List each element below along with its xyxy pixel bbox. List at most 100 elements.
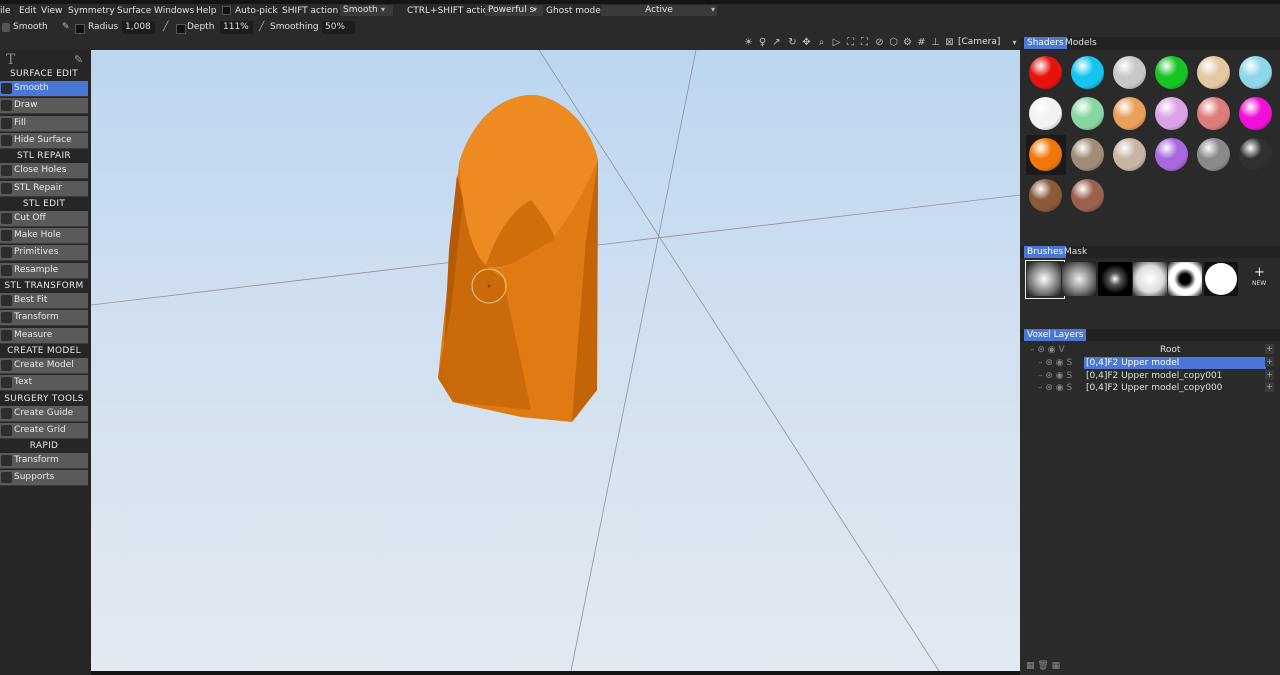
shader-swatch[interactable] — [1155, 138, 1188, 171]
camera-dropdown[interactable]: [Camera] — [958, 37, 1000, 48]
tool-transform[interactable]: Transform — [0, 453, 88, 470]
tool-hide-surface[interactable]: Hide Surface — [0, 132, 88, 149]
zoom-icon[interactable]: ⌕ — [816, 37, 827, 48]
layer-visibility-icon[interactable]: – ⊛ ◉ S — [1038, 382, 1072, 394]
shader-swatch[interactable] — [1071, 97, 1104, 130]
layer-row[interactable]: – ⊛ ◉ S [0,4]F2 Upper model + — [1024, 357, 1276, 369]
tab-mask[interactable]: Mask — [1061, 246, 1090, 258]
tool-create-guide[interactable]: Create Guide — [0, 405, 88, 422]
shader-swatch[interactable] — [1029, 138, 1062, 171]
light-icon[interactable]: ☀ — [743, 37, 754, 48]
shader-swatch[interactable] — [1071, 138, 1104, 171]
text-tool-icon[interactable]: T — [6, 52, 15, 68]
tool-smooth[interactable]: Smooth — [0, 81, 88, 97]
tool-stl-repair[interactable]: STL Repair — [0, 180, 88, 197]
tab-models[interactable]: Models — [1062, 37, 1100, 49]
radius-lock-checkbox[interactable] — [75, 24, 85, 34]
shader-swatch[interactable] — [1113, 138, 1146, 171]
tool-supports[interactable]: Supports — [0, 470, 88, 487]
no-entry-icon[interactable]: ⊘ — [874, 37, 885, 48]
brush-icon[interactable]: ✎ — [74, 53, 83, 66]
menu-file[interactable]: ile — [0, 6, 11, 16]
shader-swatch[interactable] — [1071, 56, 1104, 89]
pan-icon[interactable]: ✥ — [801, 37, 812, 48]
menu-edit[interactable]: Edit — [19, 6, 36, 16]
add-layer-icon[interactable]: + — [1265, 382, 1274, 393]
tab-voxel-layers[interactable]: Voxel Layers — [1024, 329, 1087, 341]
brush-ring[interactable] — [1168, 262, 1202, 296]
shader-swatch[interactable] — [1155, 56, 1188, 89]
axis-icon[interactable]: ⊥ — [930, 37, 941, 48]
brush-soft[interactable] — [1027, 262, 1061, 296]
gear-icon[interactable]: ⚙ — [902, 37, 913, 48]
brush-hard[interactable] — [1133, 262, 1167, 296]
shader-swatch[interactable] — [1239, 56, 1272, 89]
tool-create-grid[interactable]: Create Grid — [0, 422, 88, 439]
tool-label: Close Holes — [14, 165, 67, 176]
tool-measure[interactable]: Measure — [0, 327, 88, 344]
menu-windows[interactable]: Windows — [154, 6, 194, 16]
layer-actions-icons[interactable]: ▦ 🗑 ▦ — [1026, 661, 1060, 671]
cube-icon[interactable]: ⬡ — [888, 37, 899, 48]
shader-swatch[interactable] — [1197, 97, 1230, 130]
brush-flat[interactable] — [1204, 262, 1238, 296]
smoothing-field[interactable]: 50% — [322, 21, 355, 34]
shader-swatch[interactable] — [1113, 97, 1146, 130]
shader-swatch[interactable] — [1029, 179, 1062, 212]
frame-icon[interactable]: ⛶ — [859, 37, 870, 48]
menu-symmetry[interactable]: Symmetry — [68, 6, 115, 16]
tool-resample[interactable]: Resample — [0, 262, 88, 279]
layer-visibility-icon[interactable]: – ⊛ ◉ S — [1038, 370, 1072, 382]
shader-swatch[interactable] — [1155, 97, 1188, 130]
brush-medium[interactable] — [1062, 262, 1096, 296]
shift-action-dropdown[interactable]: Smooth — [340, 5, 393, 16]
add-layer-icon[interactable]: + — [1265, 357, 1274, 367]
depth-checkbox[interactable] — [176, 24, 186, 34]
shader-swatch[interactable] — [1029, 56, 1062, 89]
tool-transform[interactable]: Transform — [0, 310, 88, 327]
add-layer-icon[interactable]: + — [1265, 369, 1274, 380]
shader-swatch[interactable] — [1113, 56, 1146, 89]
menu-help[interactable]: Help — [196, 6, 217, 16]
shader-swatch[interactable] — [1197, 138, 1230, 171]
layer-root[interactable]: – ⊛ ◉ V Root + — [1024, 344, 1276, 356]
auto-pick-checkbox[interactable] — [222, 6, 231, 16]
tool-cut-off[interactable]: Cut Off — [0, 210, 88, 227]
layer-visibility-icon[interactable]: – ⊛ ◉ S — [1038, 357, 1072, 369]
move-light-icon[interactable]: ↗ — [771, 37, 782, 48]
tool-icon — [1, 165, 12, 177]
radius-field[interactable]: 1,008 — [122, 21, 155, 34]
tool-primitives[interactable]: Primitives — [0, 245, 88, 262]
tool-close-holes[interactable]: Close Holes — [0, 163, 88, 180]
maximize-icon[interactable]: ⊠ — [944, 37, 955, 48]
layer-row[interactable]: – ⊛ ◉ S [0,4]F2 Upper model_copy001 + — [1024, 369, 1276, 382]
depth-field[interactable]: 111% — [220, 21, 253, 34]
grid-icon[interactable]: # — [916, 37, 927, 48]
bulb-icon[interactable]: ♀ — [757, 37, 768, 48]
play-icon[interactable]: ▷ — [831, 37, 842, 48]
tool-icon — [1, 117, 12, 129]
tab-shaders[interactable]: Shaders — [1024, 37, 1067, 49]
shader-swatch[interactable] — [1239, 138, 1272, 171]
tool-create-model[interactable]: Create Model — [0, 357, 88, 374]
tool-draw[interactable]: Draw — [0, 98, 88, 115]
tool-fill[interactable]: Fill — [0, 115, 88, 132]
shader-swatch[interactable] — [1239, 97, 1272, 130]
brush-sharp[interactable] — [1098, 262, 1132, 296]
add-layer-icon[interactable]: + — [1265, 344, 1274, 354]
shader-swatch[interactable] — [1029, 97, 1062, 130]
rotate-icon[interactable]: ↻ — [787, 37, 798, 48]
tab-brushes[interactable]: Brushes — [1024, 246, 1067, 258]
3d-viewport[interactable] — [91, 50, 1020, 671]
ghost-mode-dropdown[interactable]: Active — [601, 5, 717, 16]
layer-row[interactable]: – ⊛ ◉ S [0,4]F2 Upper model_copy000 + — [1024, 382, 1276, 394]
fit-icon[interactable]: ⛶ — [845, 37, 856, 48]
tool-text[interactable]: Text — [0, 375, 88, 392]
shader-swatch[interactable] — [1071, 179, 1104, 212]
tool-make-hole[interactable]: Make Hole — [0, 228, 88, 245]
shader-swatch[interactable] — [1197, 56, 1230, 89]
tool-best-fit[interactable]: Best Fit — [0, 293, 88, 309]
add-brush-icon[interactable]: + — [1254, 265, 1265, 280]
menu-view[interactable]: View — [41, 6, 62, 16]
menu-surface[interactable]: Surface — [117, 6, 151, 16]
